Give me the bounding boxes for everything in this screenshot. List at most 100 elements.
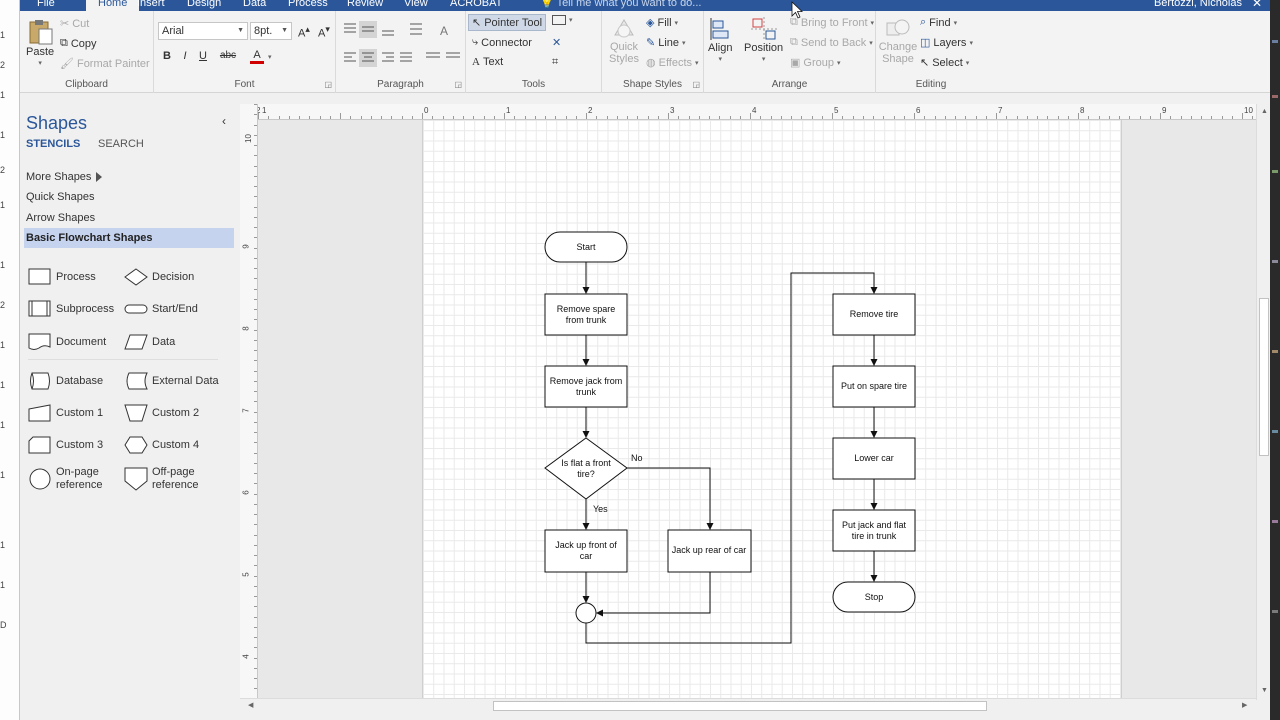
scroll-up-icon[interactable]: ▲	[1261, 108, 1268, 115]
stencil-custom-2[interactable]: Custom 2	[124, 404, 199, 422]
shape-styles-launcher-icon[interactable]: ◲	[692, 80, 700, 89]
pointer-tool-button[interactable]: ↖ Pointer Tool	[468, 14, 547, 31]
select-arrow-icon: ↖	[920, 57, 930, 69]
text-tool-button[interactable]: A Text	[472, 56, 503, 68]
bold-button[interactable]: B	[160, 50, 174, 62]
stencil-process[interactable]: Process	[28, 268, 96, 286]
bring-to-front-label: Bring to Front	[800, 16, 868, 29]
tab-design[interactable]: Design	[187, 0, 221, 11]
drawing-page[interactable]	[422, 120, 1122, 698]
stencil-custom-1[interactable]: Custom 1	[28, 404, 103, 422]
tab-home[interactable]: Home	[86, 0, 140, 11]
stencil-on-page-reference[interactable]: On-page reference	[28, 466, 104, 492]
align-button[interactable]: Align ▾	[708, 17, 732, 63]
basic-flowchart-shapes-item[interactable]: Basic Flowchart Shapes	[24, 228, 234, 248]
select-button[interactable]: ↖ Select ▾	[920, 56, 969, 70]
tab-stencils[interactable]: STENCILS	[26, 138, 80, 150]
stencil-database[interactable]: Database	[28, 372, 103, 390]
tab-view[interactable]: View	[404, 0, 428, 11]
tab-acrobat[interactable]: ACROBAT	[450, 0, 502, 11]
stencil-start-end[interactable]: Start/End	[124, 300, 198, 318]
stencil-label: Custom 3	[56, 439, 104, 451]
connector-button[interactable]: ⤷ Connector	[472, 36, 532, 49]
ruler-h-label: 0	[424, 106, 429, 115]
vertical-scroll-thumb[interactable]	[1259, 298, 1269, 456]
tell-me-text: Tell me what you want to do...	[556, 0, 702, 9]
fill-button[interactable]: ◈ Fill ▾	[646, 16, 678, 30]
font-launcher-icon[interactable]: ◲	[324, 80, 332, 89]
tab-file[interactable]: File	[37, 0, 55, 11]
bring-to-front-button[interactable]: ⧉ Bring to Front ▾	[790, 16, 874, 29]
ruler-h-label: 3	[670, 106, 675, 115]
vertical-scrollbar[interactable]: ▲ ▼	[1256, 104, 1270, 700]
collapse-pane-icon[interactable]: ‹	[222, 114, 226, 128]
external-data-shape-icon	[126, 372, 148, 390]
underline-button[interactable]: U	[196, 50, 210, 62]
stencil-subprocess[interactable]: Subprocess	[28, 300, 114, 318]
strikethrough-button[interactable]: abc	[216, 50, 240, 61]
stencil-off-page-reference[interactable]: Off-page reference	[124, 466, 204, 492]
stencil-custom-3[interactable]: Custom 3	[28, 436, 103, 454]
stencil-document[interactable]: Document	[28, 333, 106, 351]
paragraph-launcher-icon[interactable]: ◲	[454, 80, 462, 89]
stencil-label: Custom 2	[152, 407, 200, 419]
arrow-shapes-item[interactable]: Arrow Shapes	[26, 212, 95, 224]
send-to-back-button[interactable]: ⧉ Send to Back ▾	[790, 36, 873, 49]
stencil-custom-4[interactable]: Custom 4	[124, 436, 199, 454]
layers-button[interactable]: ◫ Layers ▾	[920, 36, 973, 50]
bring-front-icon: ⧉	[790, 16, 798, 28]
tab-data[interactable]: Data	[243, 0, 266, 11]
change-shape-button[interactable]: Change Shape	[878, 17, 918, 65]
italic-button[interactable]: I	[178, 50, 192, 62]
ruler-h-label: 1	[262, 106, 267, 115]
format-painter-button[interactable]: 🖌 Format Painter	[60, 57, 150, 71]
cut-button[interactable]: ✂ Cut	[60, 17, 89, 31]
font-size-select[interactable]: 8pt. ▼	[250, 22, 292, 40]
quick-shapes-item[interactable]: Quick Shapes	[26, 191, 94, 203]
font-family-select[interactable]: Arial ▼	[158, 22, 248, 40]
rectangle-tool-button[interactable]: ▾	[552, 15, 573, 25]
chevron-right-icon[interactable]	[96, 172, 102, 182]
line-label: Line	[658, 36, 680, 49]
copy-button[interactable]: ⧉ Copy	[60, 37, 97, 50]
line-button[interactable]: ✎ Line ▾	[646, 36, 686, 50]
tab-insert[interactable]: Insert	[137, 0, 165, 11]
stencil-decision[interactable]: Decision	[124, 268, 194, 286]
scroll-down-icon[interactable]: ▼	[1261, 687, 1268, 694]
stencil-label: Start/End	[152, 303, 198, 315]
crop-tool-button[interactable]: ⌗	[552, 56, 558, 69]
close-icon[interactable]: ✕	[1252, 0, 1262, 11]
stencil-label: Subprocess	[56, 303, 115, 315]
line-icon: ✎	[646, 37, 656, 49]
user-name[interactable]: Bertozzi, Nicholas	[1154, 0, 1242, 11]
more-shapes-item[interactable]: More Shapes	[26, 171, 91, 183]
clipboard-label: Clipboard	[65, 79, 108, 90]
quick-styles-button[interactable]: Quick Styles	[606, 17, 642, 65]
position-button[interactable]: Position ▾	[744, 17, 783, 63]
horizontal-ruler: 21012345678910	[258, 104, 1258, 120]
horizontal-scrollbar[interactable]: ◀ ▶	[240, 698, 1256, 712]
tell-me-box[interactable]: 💡 Tell me what you want to do...	[540, 0, 701, 11]
grow-font-icon[interactable]: A▴	[297, 24, 311, 40]
vertical-ruler: 10 9 8 7 6 5 4	[240, 104, 258, 700]
paste-button[interactable]: Paste ▾	[26, 19, 54, 67]
tab-process[interactable]: Process	[288, 0, 328, 11]
scroll-left-icon[interactable]: ◀	[248, 701, 253, 709]
layers-label: Layers	[933, 36, 967, 49]
find-button[interactable]: ⌕ Find ▾	[920, 16, 957, 29]
scroll-right-icon[interactable]: ▶	[1242, 701, 1247, 709]
format-painter-label: Format Painter	[76, 57, 150, 70]
shrink-font-icon[interactable]: A▾	[317, 24, 331, 40]
group-button[interactable]: ▣ Group ▾	[790, 56, 841, 70]
horizontal-scroll-thumb[interactable]	[493, 701, 987, 711]
stencil-data[interactable]: Data	[124, 333, 175, 351]
ruler-h-label: 7	[998, 106, 1003, 115]
effects-button[interactable]: ◍ Effects ▾	[646, 56, 699, 70]
connection-point-button[interactable]: ✕	[552, 36, 561, 49]
effects-label: Effects	[658, 56, 693, 69]
position-icon	[750, 17, 777, 41]
tab-search[interactable]: SEARCH	[98, 138, 144, 150]
stencil-external-data[interactable]: External Data	[124, 372, 219, 390]
font-color-button[interactable]: A	[250, 49, 264, 64]
tab-review[interactable]: Review	[347, 0, 383, 11]
